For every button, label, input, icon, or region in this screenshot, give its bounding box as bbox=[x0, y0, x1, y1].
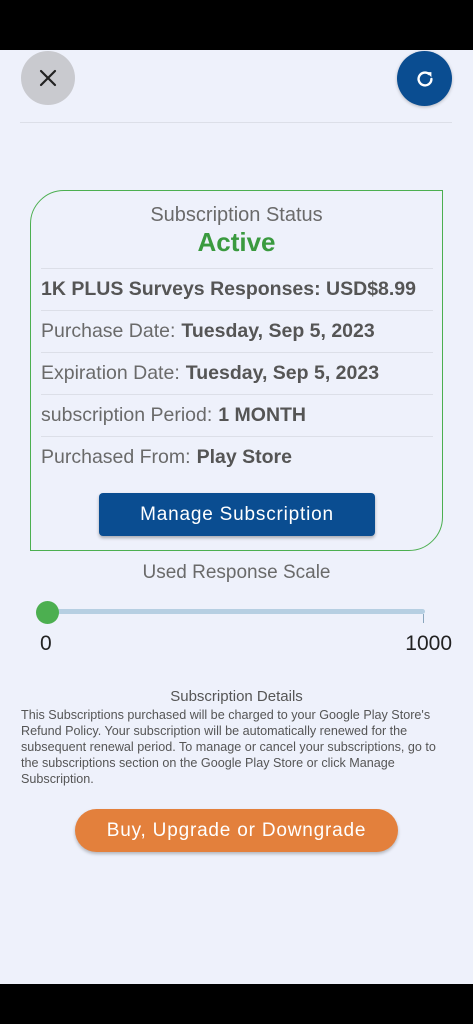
response-scale-thumb[interactable] bbox=[36, 601, 59, 624]
expiration-date-value: Tuesday, Sep 5, 2023 bbox=[185, 362, 380, 384]
scale-min-label: 0 bbox=[40, 632, 52, 655]
close-icon bbox=[39, 69, 57, 87]
header-divider bbox=[20, 122, 452, 123]
refresh-icon bbox=[416, 70, 433, 87]
response-scale-end-tick bbox=[423, 614, 424, 623]
product-row: 1K PLUS Surveys Responses: USD$8.99 bbox=[41, 268, 433, 310]
used-response-scale-title: Used Response Scale bbox=[142, 562, 331, 583]
subscription-period-value: 1 MONTH bbox=[218, 404, 307, 426]
purchased-from-value: Play Store bbox=[196, 446, 292, 468]
buy-upgrade-downgrade-button[interactable]: Buy, Upgrade or Downgrade bbox=[75, 809, 398, 852]
scale-max-label: 1000 bbox=[405, 632, 452, 655]
product-label: 1K PLUS Surveys Responses: USD$8.99 bbox=[41, 278, 416, 300]
subscription-status: Active bbox=[197, 227, 276, 257]
navigation-bar bbox=[0, 984, 473, 1024]
subscription-details-text: This Subscriptions purchased will be cha… bbox=[21, 708, 436, 786]
close-button[interactable] bbox=[21, 51, 75, 105]
purchase-date-row: Purchase Date: Tuesday, Sep 5, 2023 bbox=[41, 310, 433, 352]
subscription-period-label: subscription Period: bbox=[41, 404, 213, 426]
status-bar bbox=[0, 0, 473, 50]
purchased-from-row: Purchased From: Play Store bbox=[41, 436, 433, 478]
purchase-date-value: Tuesday, Sep 5, 2023 bbox=[181, 320, 375, 342]
expiration-date-label: Expiration Date: bbox=[41, 362, 180, 384]
card-title: Subscription Status bbox=[150, 204, 323, 226]
purchased-from-label: Purchased From: bbox=[41, 446, 191, 468]
response-scale-track bbox=[47, 609, 425, 614]
subscription-period-row: subscription Period: 1 MONTH bbox=[41, 394, 433, 436]
expiration-date-row: Expiration Date: Tuesday, Sep 5, 2023 bbox=[41, 352, 433, 394]
manage-subscription-button[interactable]: Manage Subscription bbox=[99, 493, 375, 536]
subscription-details-title: Subscription Details bbox=[170, 688, 303, 705]
subscription-status-card: Subscription Status Active 1K PLUS Surve… bbox=[30, 190, 443, 551]
purchase-date-label: Purchase Date: bbox=[41, 320, 176, 342]
refresh-button[interactable] bbox=[397, 51, 452, 106]
